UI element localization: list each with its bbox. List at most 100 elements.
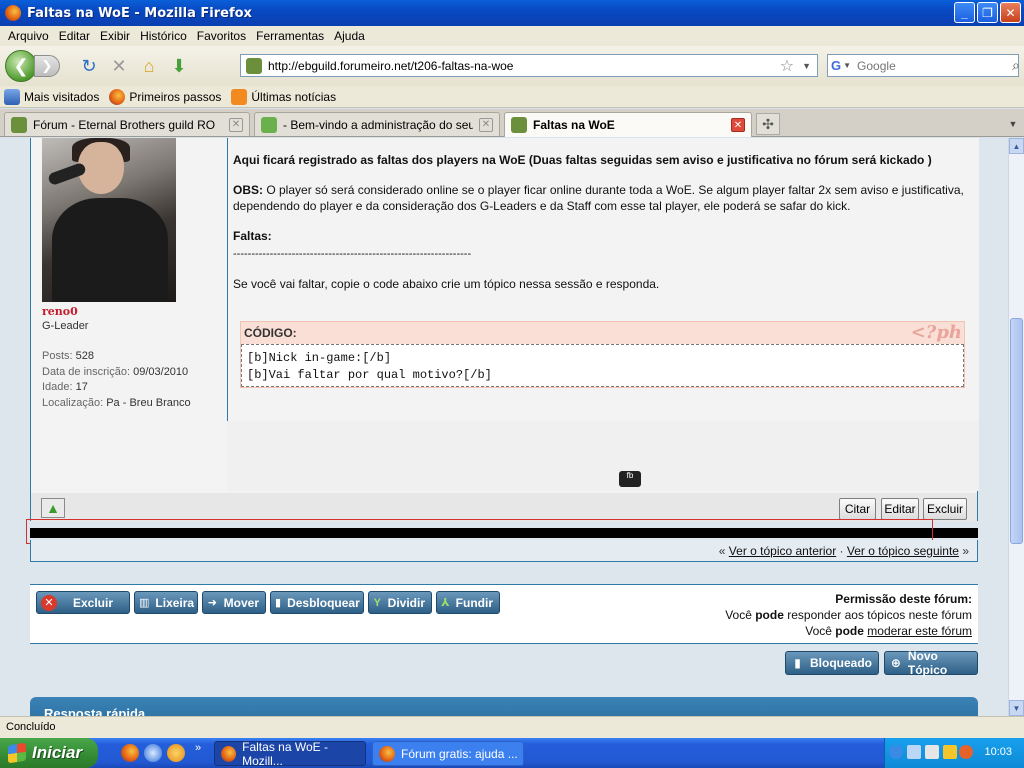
start-button[interactable]: Iniciar (0, 738, 98, 768)
tab-list-dropdown-icon[interactable]: ▼ (1004, 113, 1022, 135)
trash-icon: ▥ (139, 597, 150, 609)
next-topic-link[interactable]: Ver o tópico seguinte (847, 544, 959, 558)
tab-forum[interactable]: Fórum - Eternal Brothers guild RO ✕ (4, 112, 250, 136)
system-tray: 10:03 (884, 738, 1024, 768)
post-instruction: Se você vai faltar, copie o code abaixo … (233, 276, 660, 291)
maximize-button[interactable]: ❐ (977, 2, 998, 23)
new-tab-button[interactable]: ✣ (756, 113, 780, 135)
scrollbar-thumb[interactable] (1010, 318, 1023, 544)
menu-ajuda[interactable]: Ajuda (329, 29, 370, 43)
taskbar-item-forum[interactable]: Fórum gratis: ajuda ... (372, 741, 524, 766)
tray-app-icon[interactable] (943, 745, 957, 759)
moderate-forum-link[interactable]: moderar este fórum (867, 624, 972, 638)
search-engine-dropdown-icon[interactable]: ▼ (843, 61, 851, 70)
stop-button[interactable]: ✕ (106, 53, 132, 79)
media-player-quicklaunch-icon[interactable] (167, 744, 185, 762)
tab-faltas[interactable]: Faltas na WoE ✕ (504, 112, 752, 137)
scroll-up-icon[interactable]: ▲ (1009, 138, 1024, 154)
avatar[interactable] (42, 138, 176, 302)
menu-favoritos[interactable]: Favoritos (192, 29, 251, 43)
tray-firefox-icon[interactable] (959, 745, 973, 759)
forward-button[interactable]: ❯ (34, 55, 60, 77)
menu-exibir[interactable]: Exibir (95, 29, 135, 43)
chat-icon[interactable]: fb (619, 471, 641, 487)
menu-ferramentas[interactable]: Ferramentas (251, 29, 329, 43)
home-button[interactable]: ⌂ (136, 53, 162, 79)
mod-delete-button[interactable]: ✕ Excluir (36, 591, 130, 614)
title-bar: Faltas na WoE - Mozilla Firefox _ ❐ ✕ (0, 0, 1024, 26)
volume-icon[interactable] (925, 745, 939, 759)
tray-arrow-icon[interactable] (889, 745, 903, 759)
back-to-top-button[interactable]: ▲ (41, 498, 65, 518)
bookmark-primeiros-passos[interactable]: Primeiros passos (109, 88, 221, 105)
downloads-button[interactable]: ⬇ (166, 53, 192, 79)
search-icon[interactable]: ⌕ (1012, 57, 1020, 74)
close-button[interactable]: ✕ (1000, 2, 1021, 23)
vertical-scrollbar[interactable]: ▲ ▼ (1008, 138, 1024, 716)
move-icon: ➜ (207, 597, 217, 609)
scroll-down-icon[interactable]: ▼ (1009, 700, 1024, 716)
edit-button[interactable]: Editar (881, 498, 919, 520)
window-title: Faltas na WoE - Mozilla Firefox (27, 5, 252, 21)
status-bar: Concluído (0, 716, 1024, 738)
search-input[interactable] (857, 58, 1013, 73)
previous-topic-link[interactable]: Ver o tópico anterior (729, 544, 836, 558)
bookmark-ultimas-noticias[interactable]: Últimas notícias (231, 88, 336, 105)
tab-admin[interactable]: - Bem-vindo a administração do seu fór..… (254, 112, 500, 136)
site-favicon-icon (246, 57, 262, 74)
author-username[interactable]: reno0 (42, 305, 78, 318)
new-topic-button[interactable]: ⊕ Novo Tópico (884, 649, 978, 677)
speech-bubble-icon (261, 116, 277, 133)
bookmark-mais-visitados[interactable]: Mais visitados (4, 88, 99, 105)
status-text: Concluído (6, 721, 56, 733)
stop-icon: ✕ (111, 55, 127, 76)
tab-close-icon[interactable]: ✕ (229, 117, 243, 132)
url-dropdown-icon[interactable]: ▼ (802, 61, 811, 71)
quote-button[interactable]: Citar (839, 498, 876, 520)
network-icon[interactable] (907, 745, 921, 759)
back-button[interactable]: ❮ (5, 50, 37, 82)
join-date: 09/03/2010 (133, 365, 189, 378)
site-favicon-icon (11, 116, 27, 133)
google-search-engine-icon[interactable]: G (831, 57, 841, 75)
mod-trash-button[interactable]: ▥ Lixeira (134, 591, 198, 614)
mod-move-button[interactable]: ➜ Mover (202, 591, 266, 614)
taskbar-item-firefox[interactable]: Faltas na WoE - Mozill... (214, 740, 366, 768)
bookmark-star-icon[interactable]: ☆ (780, 56, 794, 76)
url-bar[interactable]: http://ebguild.forumeiro.net/t206-faltas… (240, 54, 818, 77)
code-box: CÓDIGO: <?ph [b]Nick in-game:[/b] [b]Vai… (240, 321, 965, 388)
mod-unlock-button[interactable]: ▮ Desbloquear (270, 591, 364, 614)
unlock-icon: ▮ (275, 597, 282, 609)
quicklaunch-expand-icon[interactable]: » (195, 742, 201, 754)
tab-close-icon[interactable]: ✕ (479, 117, 493, 132)
post-intro: Aqui ficará registrado as faltas dos pla… (233, 153, 932, 167)
bookmarks-toolbar: Mais visitados Primeiros passos Últimas … (0, 86, 1024, 108)
firefox-quicklaunch-icon[interactable] (121, 744, 139, 762)
locked-button[interactable]: ▮ Bloqueado (785, 651, 879, 675)
ie-quicklaunch-icon[interactable] (144, 744, 162, 762)
forum-post: reno0 G-Leader Posts: 528 Data de inscri… (30, 138, 979, 493)
plus-icon: ✣ (762, 115, 774, 132)
minimize-button[interactable]: _ (954, 2, 975, 23)
mod-merge-button[interactable]: ⅄ Fundir (436, 591, 500, 614)
menu-editar[interactable]: Editar (54, 29, 95, 43)
reload-button[interactable]: ↻ (76, 53, 102, 79)
menu-historico[interactable]: Histórico (135, 29, 192, 43)
delete-icon: ✕ (41, 594, 57, 611)
tab-bar: Fórum - Eternal Brothers guild RO ✕ - Be… (0, 109, 1024, 137)
separator-line: ----------------------------------------… (233, 248, 472, 260)
arrow-right-icon: ❯ (41, 58, 53, 73)
menu-arquivo[interactable]: Arquivo (3, 29, 54, 43)
delete-post-button[interactable]: Excluir (923, 498, 967, 520)
folder-icon (4, 88, 20, 105)
mod-split-button[interactable]: Y Dividir (368, 591, 432, 614)
clock: 10:03 (984, 746, 1012, 758)
merge-icon: ⅄ (441, 597, 450, 609)
url-text[interactable]: http://ebguild.forumeiro.net/t206-faltas… (268, 59, 780, 73)
code-content[interactable]: [b]Nick in-game:[/b] [b]Vai faltar por q… (241, 344, 964, 387)
author-profile: reno0 G-Leader Posts: 528 Data de inscri… (31, 138, 227, 421)
code-header: CÓDIGO: <?ph (241, 322, 964, 344)
tab-close-icon[interactable]: ✕ (731, 118, 745, 132)
firefox-icon (5, 5, 21, 21)
search-bar[interactable]: G ▼ ⌕ (827, 54, 1020, 77)
